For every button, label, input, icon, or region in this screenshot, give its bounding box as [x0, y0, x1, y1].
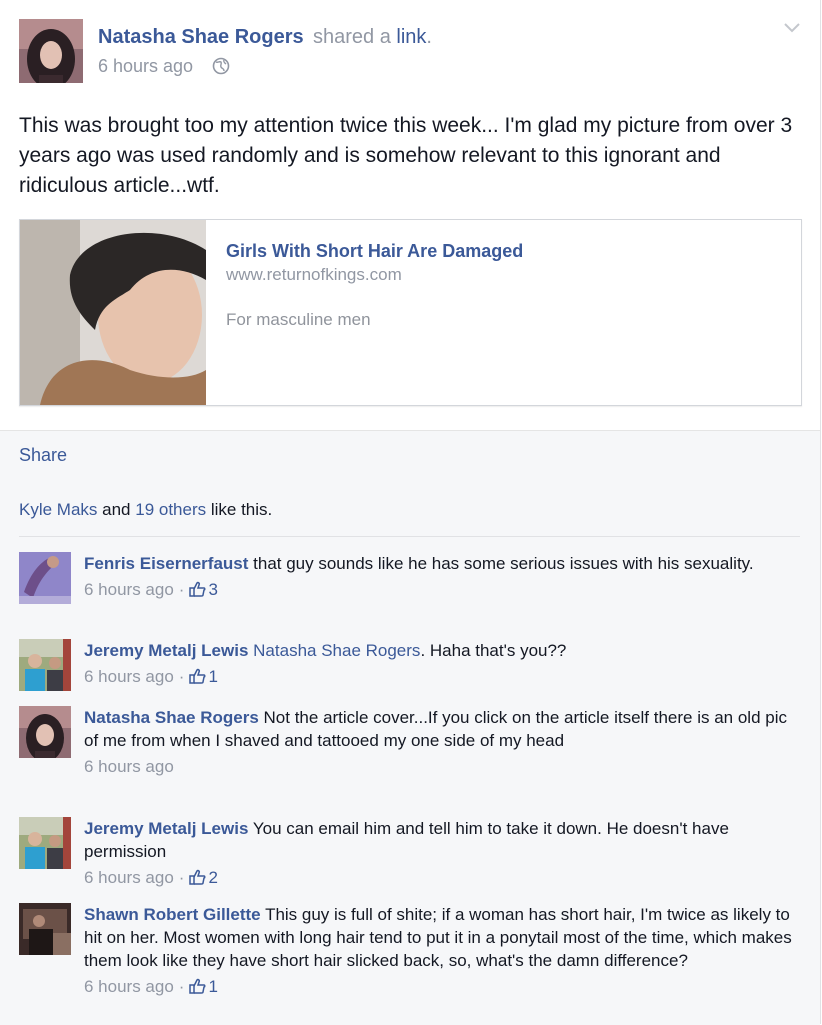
link-thumbnail[interactable] — [20, 220, 206, 405]
post-card: Natasha Shae Rogers shared a link. 6 hou… — [0, 0, 821, 1025]
shared-suffix: . — [426, 26, 432, 48]
post-message: This was brought too my attention twice … — [19, 114, 793, 197]
comment-meta: 6 hours ago — [84, 755, 799, 779]
comment-like-count[interactable]: 2 — [189, 868, 218, 887]
comment-like-count[interactable]: 3 — [189, 580, 218, 599]
comment-timestamp[interactable]: 6 hours ago — [84, 868, 174, 887]
author-avatar[interactable] — [19, 19, 83, 83]
globe-icon[interactable] — [212, 57, 230, 75]
author-name[interactable]: Natasha Shae Rogers — [98, 26, 304, 49]
comment-body: Natasha Shae Rogers Not the article cove… — [84, 706, 799, 779]
thumbs-up-icon — [189, 869, 206, 885]
comment-body: Shawn Robert Gillette This guy is full o… — [84, 903, 799, 999]
comment-author[interactable]: Fenris Eisernerfaust — [84, 554, 248, 573]
comment-meta: 6 hours ago · 1 — [84, 665, 799, 689]
comment-body: Jeremy Metalj Lewis Natasha Shae Rogers.… — [84, 639, 799, 689]
post-timestamp[interactable]: 6 hours ago — [98, 56, 193, 77]
comment-author[interactable]: Natasha Shae Rogers — [84, 708, 259, 727]
shared-prefix: shared a — [313, 26, 397, 48]
comment-meta: 6 hours ago · 1 — [84, 975, 799, 999]
comment-author[interactable]: Jeremy Metalj Lewis — [84, 641, 248, 660]
separator-dot: · — [178, 580, 185, 599]
shared-text: shared a link. — [313, 26, 432, 49]
liker-name[interactable]: Kyle Maks — [19, 500, 97, 519]
separator-dot: · — [178, 667, 185, 686]
separator-dot: · — [178, 977, 185, 996]
comment-author[interactable]: Shawn Robert Gillette — [84, 905, 261, 924]
like-count-value: 2 — [208, 868, 218, 887]
comment-like-count[interactable]: 1 — [189, 667, 218, 686]
commenter-avatar[interactable] — [19, 903, 71, 955]
shared-link-word[interactable]: link — [396, 26, 426, 48]
link-title[interactable]: Girls With Short Hair Are Damaged — [226, 241, 523, 262]
likes-suffix: like this. — [206, 500, 273, 519]
comment-meta: 6 hours ago · 3 — [84, 578, 799, 602]
link-description: For masculine men — [226, 310, 371, 329]
thumbs-up-icon — [189, 978, 206, 994]
commenter-avatar[interactable] — [19, 817, 71, 869]
comment-like-count[interactable]: 1 — [189, 977, 218, 996]
likes-and: and — [97, 500, 136, 519]
link-preview[interactable]: Girls With Short Hair Are Damaged www.re… — [19, 219, 802, 406]
comment-mention[interactable]: Natasha Shae Rogers — [253, 641, 420, 660]
comment-timestamp[interactable]: 6 hours ago — [84, 580, 174, 599]
comment-body: Jeremy Metalj Lewis You can email him an… — [84, 817, 799, 890]
link-domain: www.returnofkings.com — [226, 265, 402, 284]
thumbs-up-icon — [189, 668, 206, 684]
thumbs-up-icon — [189, 581, 206, 597]
comment-body: Fenris Eisernerfaust that guy sounds lik… — [84, 552, 799, 602]
like-count-value: 3 — [208, 580, 218, 599]
commenter-avatar[interactable] — [19, 552, 71, 604]
comment-text: . Haha that's you?? — [420, 641, 567, 660]
likes-others-link[interactable]: 19 others — [135, 500, 206, 519]
divider — [19, 536, 800, 537]
like-count-value: 1 — [208, 667, 218, 686]
comment-timestamp[interactable]: 6 hours ago — [84, 667, 174, 686]
like-count-value: 1 — [208, 977, 218, 996]
comment-timestamp[interactable]: 6 hours ago — [84, 977, 174, 996]
separator-dot: · — [178, 868, 185, 887]
comment-author[interactable]: Jeremy Metalj Lewis — [84, 819, 248, 838]
comment-timestamp[interactable]: 6 hours ago — [84, 757, 174, 776]
comment-text: that guy sounds like he has some serious… — [253, 554, 754, 573]
comment-meta: 6 hours ago · 2 — [84, 866, 799, 890]
share-button[interactable]: Share — [19, 445, 67, 466]
commenter-avatar[interactable] — [19, 639, 71, 691]
commenter-avatar[interactable] — [19, 706, 71, 758]
chevron-down-icon[interactable] — [782, 20, 802, 36]
likes-summary: Kyle Maks and 19 others like this. — [19, 500, 272, 520]
